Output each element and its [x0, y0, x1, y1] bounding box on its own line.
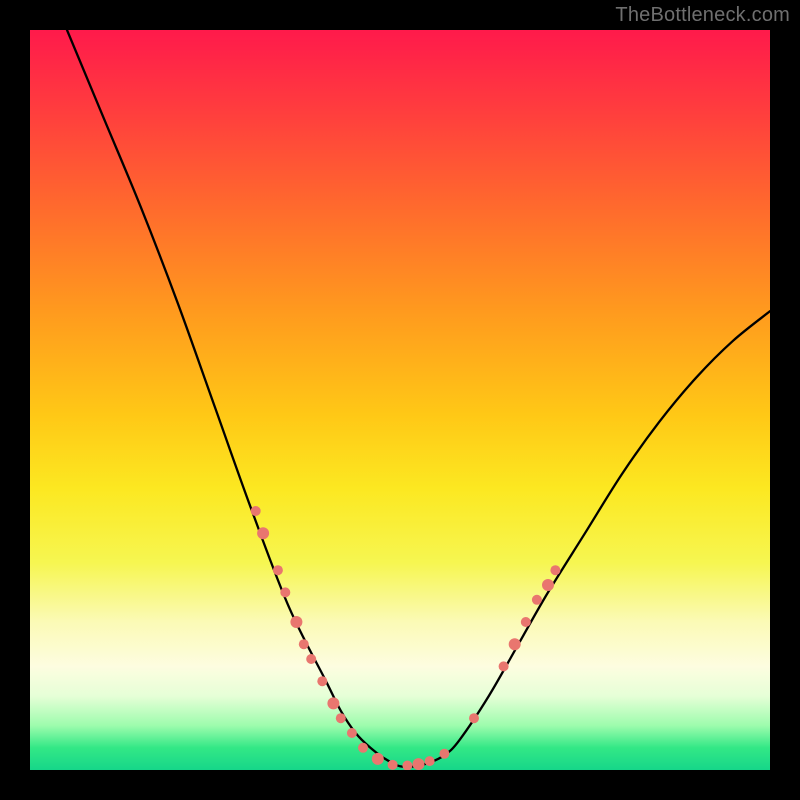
data-marker: [550, 565, 560, 575]
data-marker: [306, 654, 316, 664]
data-marker: [542, 579, 554, 591]
data-marker: [327, 697, 339, 709]
data-marker: [358, 743, 368, 753]
data-marker: [425, 756, 435, 766]
data-marker: [469, 713, 479, 723]
data-marker: [509, 638, 521, 650]
chart-frame: TheBottleneck.com: [0, 0, 800, 800]
data-marker: [273, 565, 283, 575]
data-marker: [499, 661, 509, 671]
data-marker: [413, 758, 425, 770]
data-marker: [299, 639, 309, 649]
data-marker: [521, 617, 531, 627]
bottleneck-curve: [67, 30, 770, 767]
data-marker: [257, 527, 269, 539]
marker-group: [251, 506, 561, 770]
data-marker: [317, 676, 327, 686]
plot-area: [30, 30, 770, 770]
data-marker: [402, 761, 412, 770]
data-marker: [251, 506, 261, 516]
data-marker: [372, 753, 384, 765]
data-marker: [532, 595, 542, 605]
data-marker: [280, 587, 290, 597]
data-marker: [336, 713, 346, 723]
curve-layer: [30, 30, 770, 770]
data-marker: [388, 760, 398, 770]
data-marker: [439, 749, 449, 759]
data-marker: [290, 616, 302, 628]
data-marker: [347, 728, 357, 738]
watermark-text: TheBottleneck.com: [615, 4, 790, 27]
